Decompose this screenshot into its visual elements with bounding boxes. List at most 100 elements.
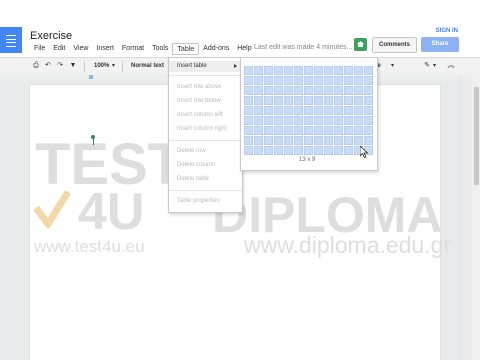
table-grid-cell[interactable] [324, 86, 333, 95]
table-grid-cell[interactable] [264, 136, 273, 145]
table-grid-cell[interactable] [284, 116, 293, 125]
table-grid-cell[interactable] [254, 106, 263, 115]
menu-item-table-properties[interactable]: Table properties [169, 196, 242, 207]
table-grid-cell[interactable] [254, 126, 263, 135]
table-grid-cell[interactable] [244, 96, 253, 105]
redo-icon[interactable]: ↷ [55, 61, 65, 71]
menu-item-insert-column-left[interactable]: Insert column left [169, 110, 242, 121]
table-grid-cell[interactable] [344, 76, 353, 85]
docs-logo-icon[interactable] [0, 27, 22, 53]
table-grid-cell[interactable] [344, 66, 353, 75]
table-grid-cell[interactable] [254, 136, 263, 145]
table-grid-cell[interactable] [244, 106, 253, 115]
menu-help[interactable]: Help [233, 43, 255, 55]
table-grid-cell[interactable] [354, 106, 363, 115]
table-grid-cell[interactable] [274, 136, 283, 145]
home-icon[interactable] [354, 38, 367, 51]
table-grid-cell[interactable] [244, 146, 253, 155]
paint-format-icon[interactable]: ▼ [68, 61, 78, 71]
table-grid-cell[interactable] [324, 126, 333, 135]
table-grid-cell[interactable] [294, 86, 303, 95]
table-grid-cell[interactable] [264, 76, 273, 85]
table-grid-cell[interactable] [344, 126, 353, 135]
menu-item-insert-column-right[interactable]: Insert column right [169, 124, 242, 135]
table-grid-cell[interactable] [304, 116, 313, 125]
table-grid-cell[interactable] [314, 66, 323, 75]
sign-in-link[interactable]: SIGN IN [436, 28, 458, 34]
table-grid-cell[interactable] [304, 106, 313, 115]
table-grid-cell[interactable] [314, 136, 323, 145]
table-grid-cell[interactable] [244, 86, 253, 95]
table-grid-cell[interactable] [294, 76, 303, 85]
table-grid-cell[interactable] [324, 96, 333, 105]
table-grid-cell[interactable] [274, 96, 283, 105]
table-grid-cell[interactable] [364, 96, 373, 105]
menu-add-ons[interactable]: Add-ons [199, 43, 233, 55]
table-grid-cell[interactable] [334, 146, 343, 155]
table-grid-cell[interactable] [294, 126, 303, 135]
menu-item-insert-row-above[interactable]: Insert row above [169, 82, 242, 93]
table-grid-cell[interactable] [364, 116, 373, 125]
table-grid-cell[interactable] [254, 76, 263, 85]
pen-icon[interactable]: ✎ [422, 61, 432, 71]
menu-file[interactable]: File [30, 43, 49, 55]
menu-view[interactable]: View [69, 43, 92, 55]
table-grid-cell[interactable] [324, 66, 333, 75]
table-grid-cell[interactable] [274, 116, 283, 125]
table-grid-cell[interactable] [344, 96, 353, 105]
table-grid-cell[interactable] [294, 66, 303, 75]
table-grid-cell[interactable] [254, 146, 263, 155]
table-grid-cell[interactable] [314, 96, 323, 105]
table-grid-cell[interactable] [364, 76, 373, 85]
table-grid-cell[interactable] [284, 86, 293, 95]
table-grid-cell[interactable] [264, 66, 273, 75]
table-size-grid[interactable] [244, 66, 373, 155]
table-grid-cell[interactable] [244, 126, 253, 135]
table-grid-cell[interactable] [364, 86, 373, 95]
table-grid-cell[interactable] [264, 146, 273, 155]
table-grid-cell[interactable] [354, 66, 363, 75]
table-grid-cell[interactable] [304, 86, 313, 95]
table-grid-cell[interactable] [294, 106, 303, 115]
table-grid-cell[interactable] [354, 136, 363, 145]
table-grid-cell[interactable] [264, 106, 273, 115]
table-grid-cell[interactable] [304, 126, 313, 135]
document-title[interactable]: Exercise [30, 30, 72, 42]
table-grid-cell[interactable] [274, 86, 283, 95]
menu-insert[interactable]: Insert [92, 43, 118, 55]
table-grid-cell[interactable] [294, 136, 303, 145]
chevron-up-icon[interactable]: ︽ [446, 61, 456, 71]
comments-button[interactable]: Comments [372, 37, 417, 53]
menu-item-delete-row[interactable]: Delete row [169, 146, 242, 157]
table-grid-cell[interactable] [274, 76, 283, 85]
table-grid-cell[interactable] [254, 86, 263, 95]
menu-tools[interactable]: Tools [148, 43, 172, 55]
table-grid-cell[interactable] [264, 96, 273, 105]
table-grid-cell[interactable] [354, 76, 363, 85]
table-grid-cell[interactable] [354, 86, 363, 95]
table-grid-cell[interactable] [284, 126, 293, 135]
table-grid-cell[interactable] [264, 86, 273, 95]
table-grid-cell[interactable] [334, 76, 343, 85]
table-grid-cell[interactable] [324, 146, 333, 155]
chevron-down-icon[interactable]: ▾ [433, 61, 436, 71]
table-grid-cell[interactable] [264, 126, 273, 135]
chevron-down-icon[interactable]: ▾ [112, 61, 115, 71]
zoom-select[interactable]: 100% [94, 61, 109, 71]
table-grid-cell[interactable] [354, 126, 363, 135]
table-grid-cell[interactable] [364, 66, 373, 75]
table-grid-cell[interactable] [354, 116, 363, 125]
table-grid-cell[interactable] [344, 86, 353, 95]
table-grid-cell[interactable] [284, 106, 293, 115]
table-grid-cell[interactable] [344, 136, 353, 145]
table-grid-cell[interactable] [294, 116, 303, 125]
table-grid-cell[interactable] [304, 136, 313, 145]
table-grid-cell[interactable] [354, 96, 363, 105]
table-grid-cell[interactable] [324, 76, 333, 85]
table-grid-cell[interactable] [274, 106, 283, 115]
table-grid-cell[interactable] [334, 136, 343, 145]
table-grid-cell[interactable] [364, 106, 373, 115]
print-icon[interactable]: ⎙ [31, 61, 41, 71]
menu-format[interactable]: Format [118, 43, 148, 55]
table-grid-cell[interactable] [254, 66, 263, 75]
